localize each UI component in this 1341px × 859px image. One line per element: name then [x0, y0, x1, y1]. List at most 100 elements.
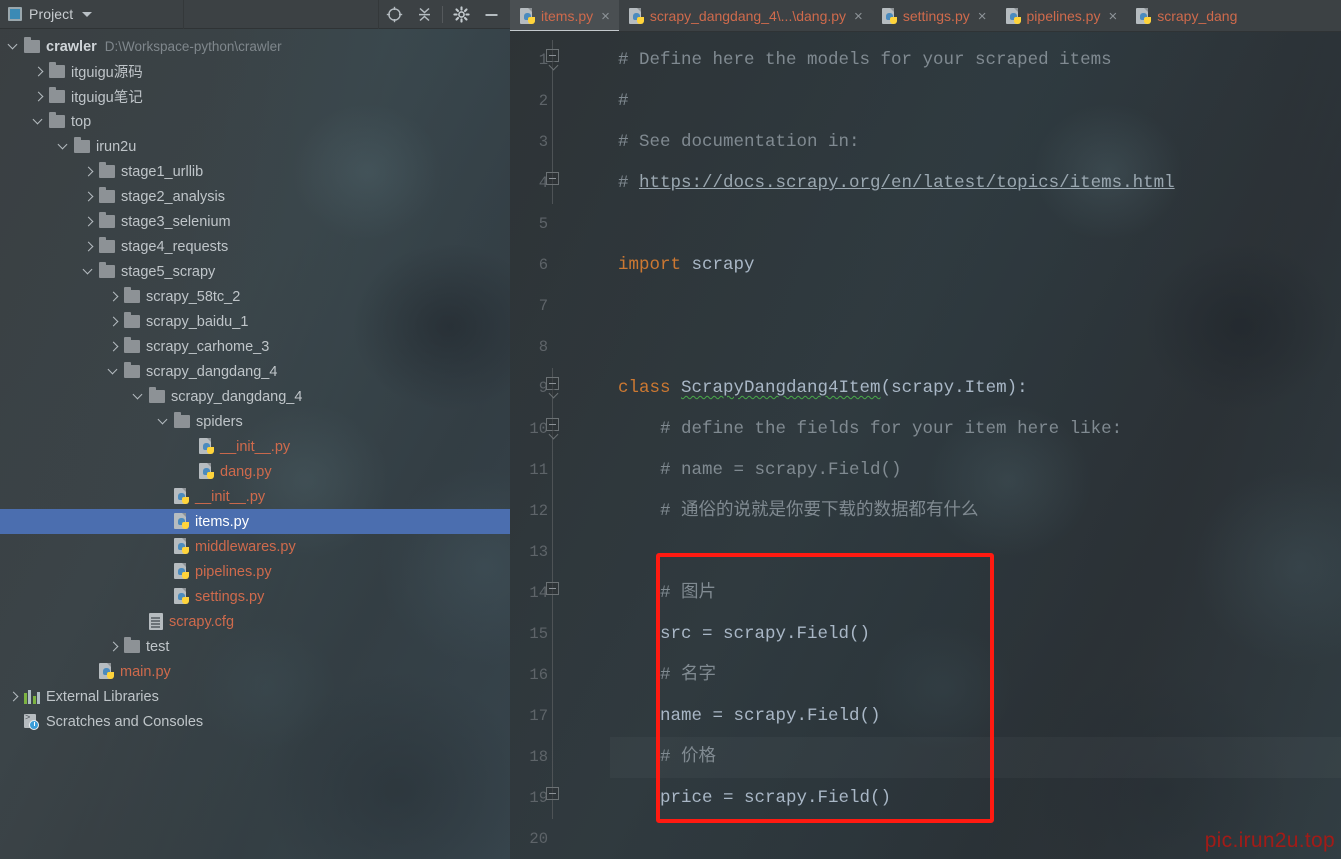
- locate-target-icon[interactable]: [379, 0, 409, 29]
- code-line[interactable]: class ScrapyDangdang4Item(scrapy.Item):: [610, 368, 1341, 409]
- chevron-right-icon[interactable]: [8, 690, 21, 703]
- tree-row[interactable]: scrapy_dangdang_4: [0, 384, 510, 409]
- tree-row[interactable]: Scratches and Consoles: [0, 709, 510, 734]
- tree-row[interactable]: pipelines.py: [0, 559, 510, 584]
- editor-tab[interactable]: scrapy_dang: [1126, 0, 1246, 32]
- tree-row[interactable]: scrapy_carhome_3: [0, 334, 510, 359]
- editor-code-lines[interactable]: # Define here the models for your scrape…: [610, 32, 1341, 859]
- chevron-right-icon[interactable]: [83, 215, 96, 228]
- tree-row[interactable]: main.py: [0, 659, 510, 684]
- chevron-right-icon[interactable]: [108, 640, 121, 653]
- code-line[interactable]: # 通俗的说就是你要下载的数据都有什么: [610, 491, 1341, 532]
- tree-row[interactable]: settings.py: [0, 584, 510, 609]
- tree-indent: [0, 546, 158, 547]
- code-line[interactable]: import scrapy: [610, 245, 1341, 286]
- code-line[interactable]: # 图片: [610, 573, 1341, 614]
- tree-row-selected[interactable]: items.py: [0, 509, 510, 534]
- code-line[interactable]: # 名字: [610, 655, 1341, 696]
- tree-row[interactable]: __init__.py: [0, 434, 510, 459]
- chevron-right-icon[interactable]: [108, 340, 121, 353]
- editor-tab[interactable]: scrapy_dangdang_4\...\dang.py×: [619, 0, 872, 32]
- editor-tab-bar[interactable]: items.py×scrapy_dangdang_4\...\dang.py×s…: [510, 0, 1341, 32]
- tree-row[interactable]: stage1_urllib: [0, 159, 510, 184]
- gear-icon[interactable]: [446, 0, 476, 29]
- code-fold-toggle[interactable]: [546, 172, 559, 185]
- tree-indent: [0, 371, 108, 372]
- code-line[interactable]: # define the fields for your item here l…: [610, 409, 1341, 450]
- code-line[interactable]: [610, 204, 1341, 245]
- editor-gutter[interactable]: 1234567891011121314151617181920: [510, 32, 610, 859]
- chevron-down-icon[interactable]: [82, 12, 92, 17]
- chevron-right-icon[interactable]: [33, 90, 46, 103]
- tree-row[interactable]: stage5_scrapy: [0, 259, 510, 284]
- code-line[interactable]: src = scrapy.Field(): [610, 614, 1341, 655]
- editor-tab[interactable]: settings.py×: [872, 0, 996, 32]
- code-fold-toggle[interactable]: [546, 418, 559, 431]
- code-line[interactable]: #: [610, 81, 1341, 122]
- tree-row[interactable]: middlewares.py: [0, 534, 510, 559]
- collapse-all-icon[interactable]: [409, 0, 439, 29]
- folder-icon: [49, 65, 65, 78]
- code-fold-toggle[interactable]: [546, 377, 559, 390]
- chevron-down-icon[interactable]: [108, 365, 121, 378]
- minimize-icon[interactable]: [476, 0, 506, 29]
- gutter-line: 1: [510, 40, 610, 81]
- code-line[interactable]: [610, 327, 1341, 368]
- close-icon[interactable]: ×: [854, 9, 863, 24]
- chevron-right-icon[interactable]: [83, 190, 96, 203]
- code-line[interactable]: # See documentation in:: [610, 122, 1341, 163]
- tree-row[interactable]: scrapy_dangdang_4: [0, 359, 510, 384]
- chevron-right-icon[interactable]: [83, 240, 96, 253]
- code-line[interactable]: price = scrapy.Field(): [610, 778, 1341, 819]
- tree-row[interactable]: External Libraries: [0, 684, 510, 709]
- tree-row[interactable]: scrapy_58tc_2: [0, 284, 510, 309]
- editor-tab[interactable]: pipelines.py×: [996, 0, 1127, 32]
- chevron-right-icon[interactable]: [33, 65, 46, 78]
- tree-row[interactable]: scrapy_baidu_1: [0, 309, 510, 334]
- chevron-right-icon[interactable]: [108, 290, 121, 303]
- code-fold-toggle[interactable]: [546, 582, 559, 595]
- chevron-down-icon[interactable]: [33, 115, 46, 128]
- code-line[interactable]: # 价格: [610, 737, 1341, 778]
- code-line[interactable]: # Define here the models for your scrape…: [610, 40, 1341, 81]
- chevron-down-icon[interactable]: [158, 415, 171, 428]
- tree-row[interactable]: scrapy.cfg: [0, 609, 510, 634]
- code-line[interactable]: name = scrapy.Field(): [610, 696, 1341, 737]
- code-line[interactable]: [610, 286, 1341, 327]
- close-icon[interactable]: ×: [601, 9, 610, 24]
- tree-row[interactable]: test: [0, 634, 510, 659]
- tree-row[interactable]: irun2u: [0, 134, 510, 159]
- tree-indent: [0, 646, 108, 647]
- python-file-icon: [199, 438, 214, 455]
- gutter-line: 6: [510, 245, 610, 286]
- chevron-down-icon[interactable]: [83, 265, 96, 278]
- code-fold-toggle[interactable]: [546, 787, 559, 800]
- project-panel: Project: [0, 0, 510, 859]
- tree-row[interactable]: __init__.py: [0, 484, 510, 509]
- tree-row[interactable]: dang.py: [0, 459, 510, 484]
- close-icon[interactable]: ×: [978, 9, 987, 24]
- editor-tab[interactable]: items.py×: [510, 0, 619, 32]
- code-line[interactable]: [610, 532, 1341, 573]
- chevron-down-icon[interactable]: [8, 40, 21, 53]
- code-fold-toggle[interactable]: [546, 49, 559, 62]
- code-line[interactable]: # https://docs.scrapy.org/en/latest/topi…: [610, 163, 1341, 204]
- tree-row[interactable]: spiders: [0, 409, 510, 434]
- tree-row[interactable]: top: [0, 109, 510, 134]
- chevron-right-icon[interactable]: [108, 315, 121, 328]
- tree-row[interactable]: stage2_analysis: [0, 184, 510, 209]
- chevron-right-icon[interactable]: [83, 165, 96, 178]
- tree-row[interactable]: stage3_selenium: [0, 209, 510, 234]
- tree-row[interactable]: crawlerD:\Workspace-python\crawler: [0, 34, 510, 59]
- editor-tab-label: scrapy_dang: [1157, 8, 1237, 24]
- tree-row[interactable]: stage4_requests: [0, 234, 510, 259]
- code-line[interactable]: # name = scrapy.Field(): [610, 450, 1341, 491]
- code-editor-area: items.py×scrapy_dangdang_4\...\dang.py×s…: [510, 0, 1341, 859]
- chevron-down-icon[interactable]: [133, 390, 146, 403]
- chevron-down-icon[interactable]: [58, 140, 71, 153]
- tree-row[interactable]: itguigu笔记: [0, 84, 510, 109]
- project-tool-window-button[interactable]: Project: [0, 0, 184, 29]
- tree-row[interactable]: itguigu源码: [0, 59, 510, 84]
- project-tree[interactable]: crawlerD:\Workspace-python\crawleritguig…: [0, 29, 510, 734]
- close-icon[interactable]: ×: [1108, 9, 1117, 24]
